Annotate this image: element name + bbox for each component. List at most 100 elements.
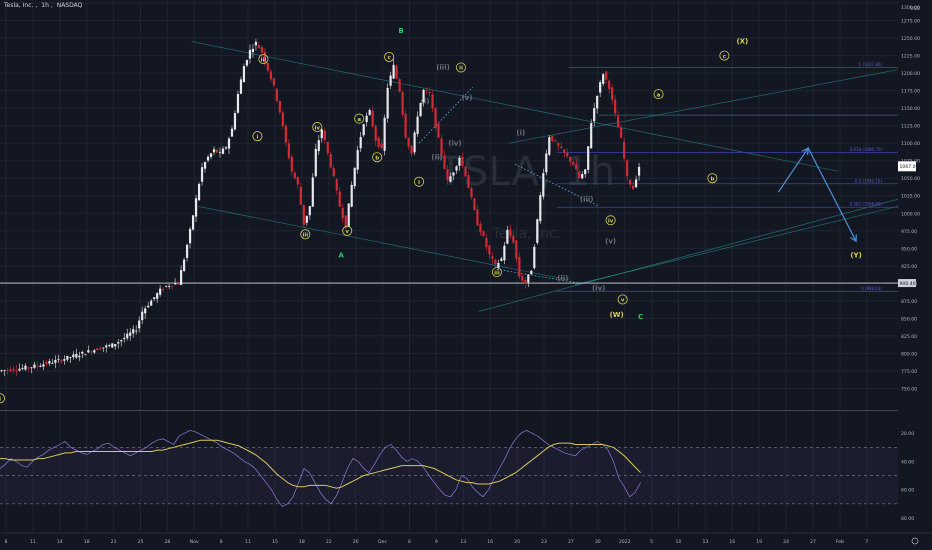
price-tick-label: 1200.00	[901, 71, 920, 77]
candle-body	[628, 180, 632, 185]
time-tick-label: 10	[676, 539, 682, 545]
exchange-label: NASDAQ	[56, 2, 83, 9]
candle-body	[171, 285, 174, 287]
candle-body	[197, 184, 201, 201]
candle-body	[452, 172, 455, 176]
candle-body	[24, 365, 27, 370]
candle-body	[66, 355, 69, 360]
candle-body	[305, 215, 308, 223]
time-tick-label: 5	[650, 539, 653, 545]
candle-body	[335, 179, 338, 191]
chart-title: Tesla, Inc., 1h, NASDAQ	[4, 2, 83, 9]
price-tick-label: 1000.00	[901, 211, 920, 217]
candle-body	[623, 141, 626, 159]
time-tick-label: 18	[299, 539, 305, 545]
time-tick-label: 13	[460, 539, 466, 545]
candle-body	[221, 148, 225, 154]
candle-body	[15, 370, 18, 372]
wave-label: (iii)	[580, 195, 594, 203]
candle-body	[209, 153, 213, 157]
candle-body	[320, 129, 323, 139]
candle-body	[581, 174, 584, 179]
time-tick-label: 22	[326, 539, 332, 545]
candle-body	[362, 124, 365, 136]
candle-body	[78, 355, 81, 358]
candle-body	[530, 270, 533, 275]
wave-label: b	[375, 155, 379, 161]
fib-level-label: 0.618 (1086.70)	[850, 147, 883, 152]
candle-body	[560, 146, 563, 149]
price-tick-label: 1025.00	[901, 194, 920, 200]
wave-label: a	[357, 117, 361, 123]
candle-body	[135, 330, 138, 332]
candle-body	[108, 345, 111, 346]
candle-body	[194, 198, 198, 217]
candle-body	[413, 132, 416, 153]
candle-body	[488, 245, 491, 255]
price-tick-label: 1300.00	[901, 5, 920, 11]
price-tick-label: 950.00	[901, 246, 917, 252]
candle-body	[380, 143, 383, 149]
candle-body	[371, 110, 374, 127]
candle-body	[584, 169, 587, 175]
candle-body	[464, 166, 467, 177]
candle-body	[482, 231, 485, 237]
timeframe-label[interactable]: 1h	[41, 2, 49, 9]
candle-body	[473, 198, 476, 210]
wave-label: v	[621, 298, 625, 304]
wave-label: (iii)	[436, 64, 450, 72]
candle-body	[159, 288, 162, 295]
candle-body	[569, 157, 572, 162]
price-tick-label: 750.00	[901, 386, 917, 392]
candle-body	[431, 94, 434, 109]
candle-body	[518, 257, 521, 277]
wave-label: ii	[459, 66, 463, 72]
candle-body	[557, 143, 560, 146]
candle-body	[248, 49, 252, 59]
candle-body	[383, 117, 386, 151]
candle-body	[6, 369, 9, 371]
wave-label: (iv)	[592, 284, 605, 292]
candle-body	[245, 60, 249, 66]
symbol-label[interactable]: Tesla, Inc.	[4, 2, 33, 9]
candle-body	[608, 80, 611, 90]
candle-body	[278, 100, 281, 113]
candle-body	[87, 350, 90, 353]
candle-body	[42, 364, 45, 367]
candle-body	[524, 279, 527, 284]
wave-label: (ii)	[557, 275, 568, 283]
candle-body	[99, 348, 102, 350]
candle-body	[200, 167, 204, 182]
candle-body	[236, 94, 240, 113]
candle-body	[227, 138, 231, 149]
time-tick-label: 2022	[619, 539, 631, 545]
candle-body	[9, 369, 12, 372]
price-tick-label: 1100.00	[901, 141, 920, 147]
price-chart[interactable]: TSLA, 1hTesla, Inc.1 (1207.86)0.618 (108…	[0, 0, 932, 550]
price-tick-label: 1150.00	[901, 106, 920, 112]
wave-label: (Y)	[850, 252, 861, 260]
chart-root: TSLA, 1h Tesla, Inc. 1 (1207.86) 0.618 (108…	[0, 0, 932, 550]
wave-label: b	[710, 176, 714, 182]
candle-body	[144, 308, 147, 314]
wave-label: A	[339, 252, 345, 260]
candle-body	[347, 203, 350, 227]
candle-body	[284, 125, 287, 143]
candle-body	[491, 256, 494, 259]
candle-body	[437, 123, 440, 138]
time-tick-label: 7	[865, 539, 868, 545]
candle-body	[96, 348, 99, 351]
candle-body	[269, 71, 272, 80]
price-tick-label: 825.00	[901, 334, 917, 340]
candle-body	[275, 88, 278, 101]
price-tick-label: 800.00	[901, 351, 917, 357]
candle-body	[147, 305, 150, 308]
candle-body	[497, 262, 500, 268]
wave-label: v	[345, 229, 349, 235]
wave-label: iv	[608, 218, 614, 224]
candle-body	[132, 329, 135, 334]
candle-body	[350, 184, 353, 207]
candle-body	[3, 370, 6, 372]
candle-body	[299, 186, 302, 205]
rsi-tick-label: 80.00	[901, 516, 914, 522]
